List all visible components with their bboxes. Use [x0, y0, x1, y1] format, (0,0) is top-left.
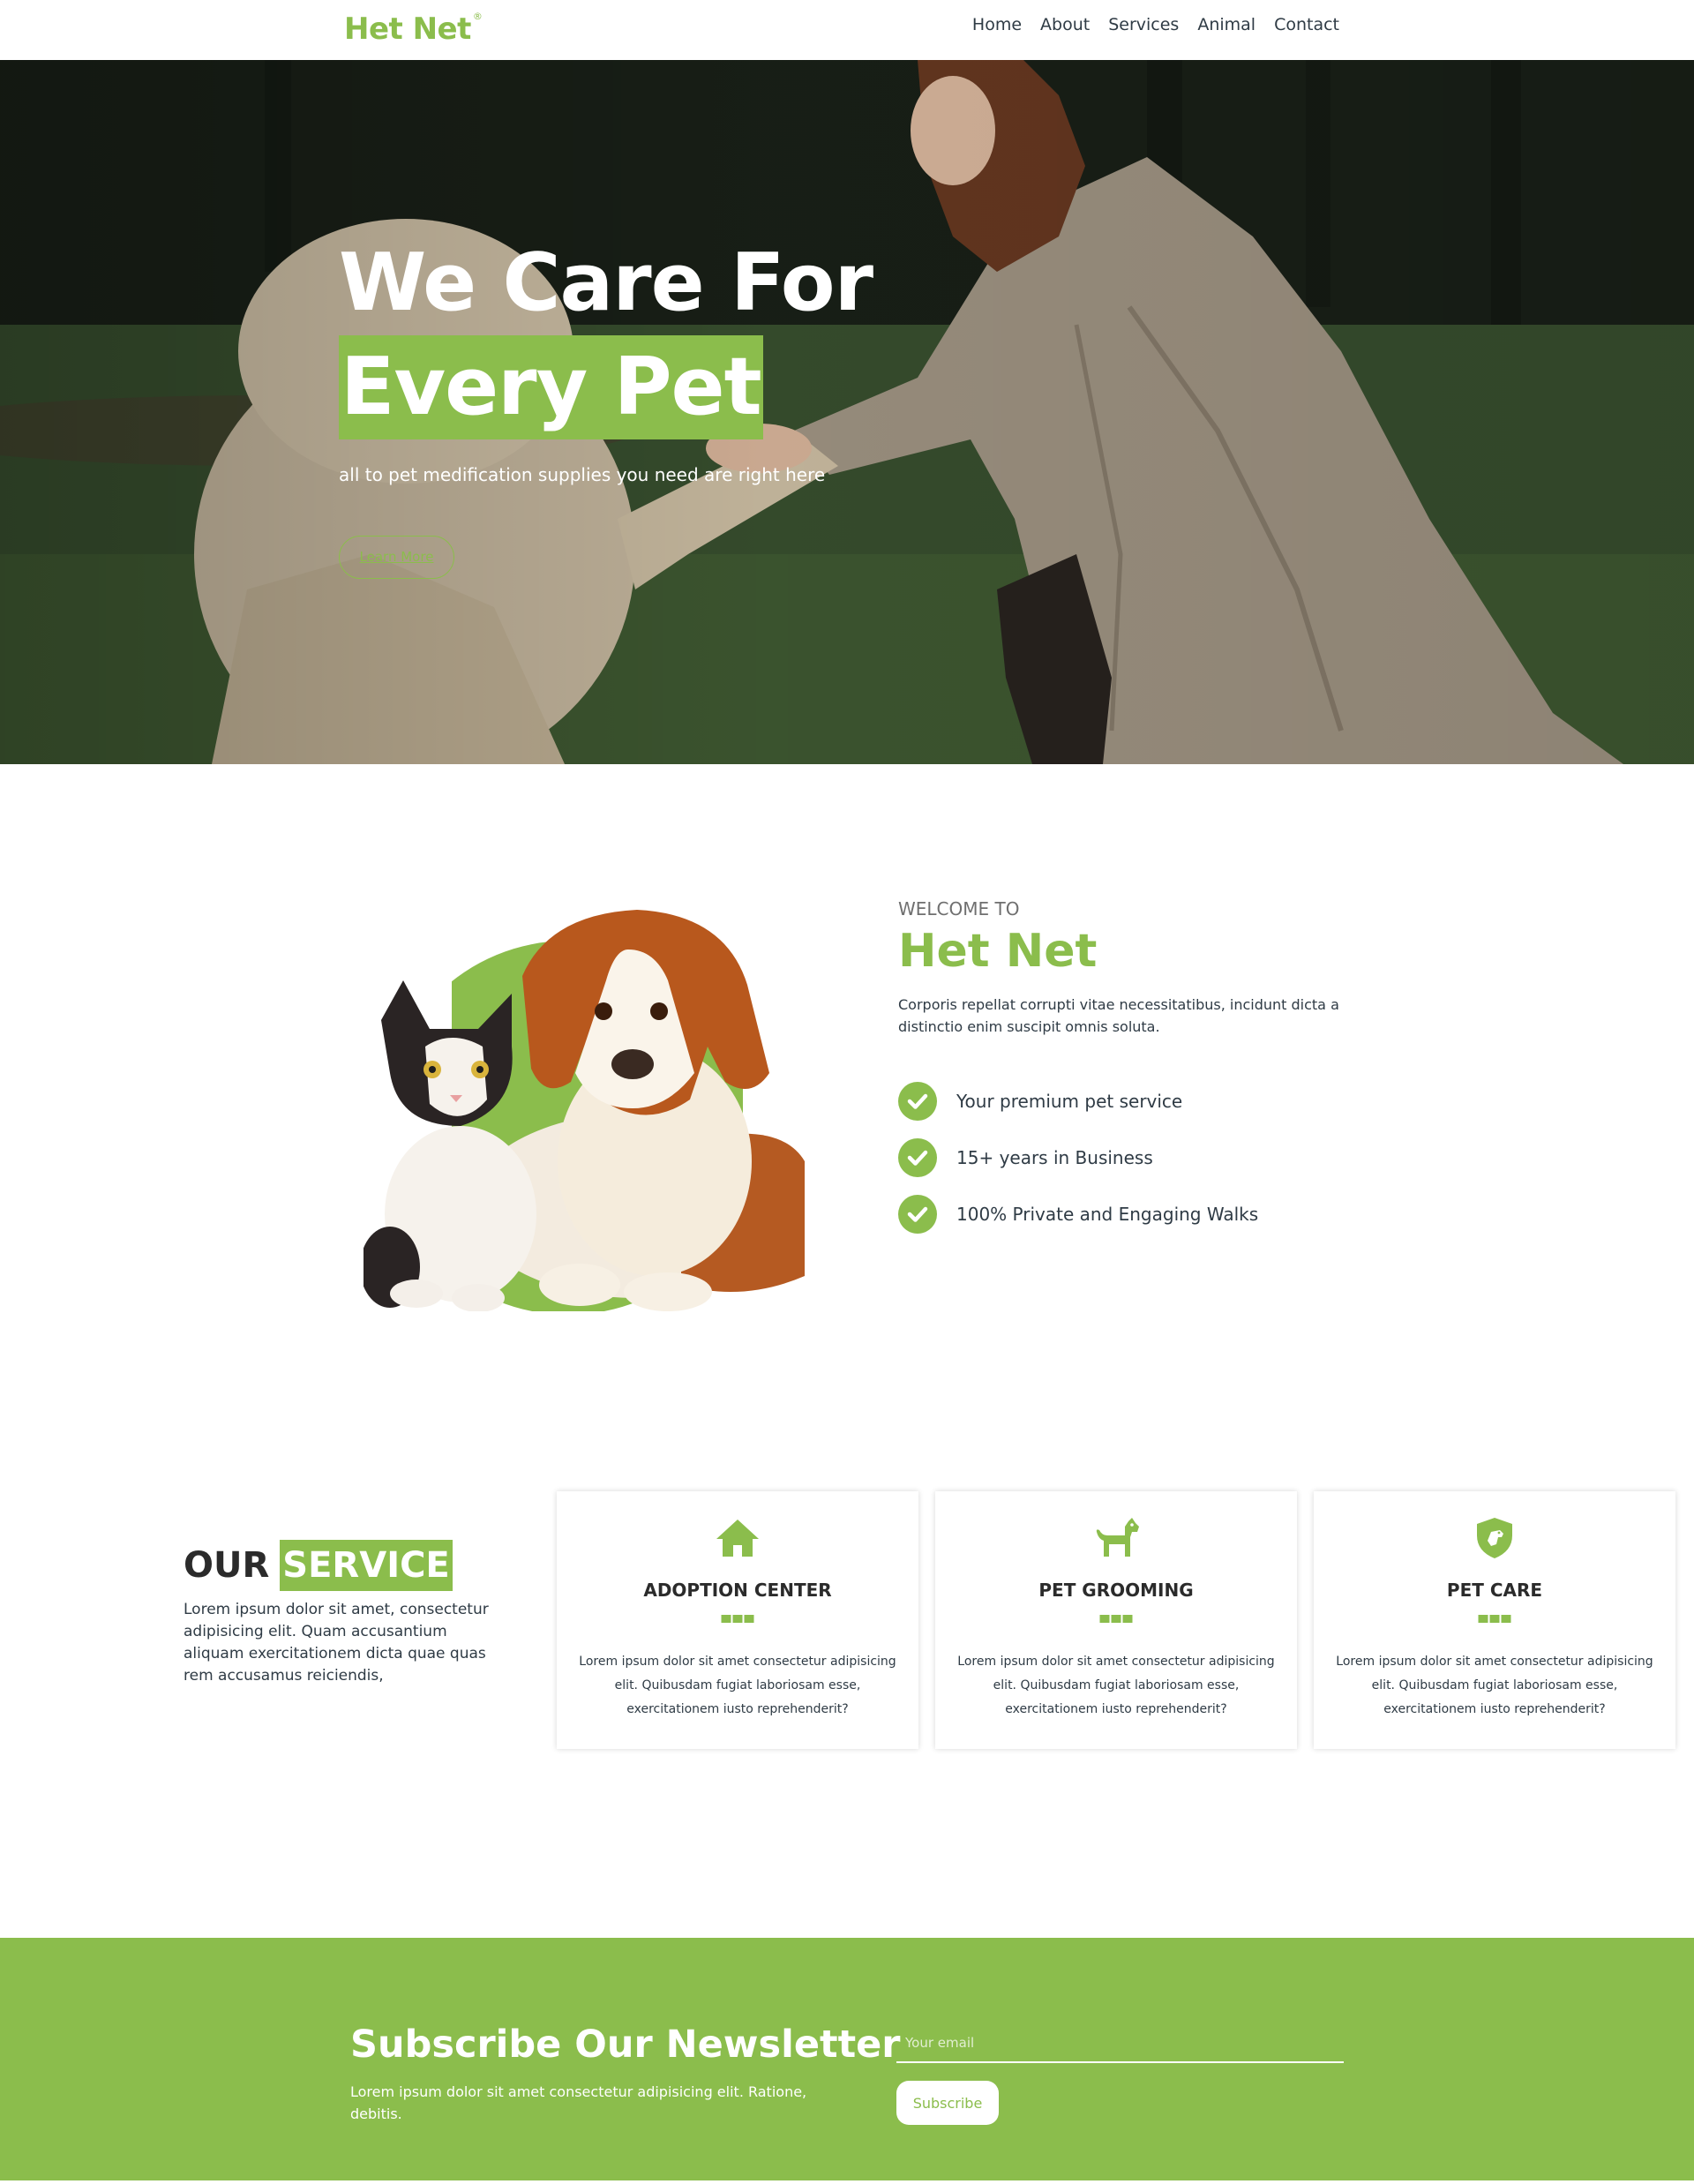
- subscribe-button[interactable]: Subscribe: [896, 2081, 999, 2125]
- feature-list: Your premium pet service 15+ years in Bu…: [898, 1082, 1258, 1251]
- hero-section: We Care For Every Pet all to pet medific…: [0, 60, 1694, 764]
- feature-text: Your premium pet service: [956, 1091, 1183, 1112]
- service-card-description: Lorem ipsum dolor sit amet consectetur a…: [957, 1655, 1275, 1716]
- services-title-word2: SERVICE: [280, 1540, 453, 1591]
- newsletter-section: Subscribe Our Newsletter Lorem ipsum dol…: [0, 1938, 1694, 2180]
- main-nav: Home About Services Animal Contact: [972, 15, 1339, 34]
- site-header: Het Net ® Home About Services Animal Cont…: [0, 0, 1694, 60]
- services-title: OUR SERVICE: [184, 1540, 453, 1591]
- service-card-title: PET GROOMING: [1038, 1580, 1194, 1601]
- service-card-grooming[interactable]: PET GROOMING Lorem ipsum dolor sit amet …: [935, 1491, 1297, 1749]
- title-divider: [1099, 1615, 1133, 1623]
- service-card-care[interactable]: PET CARE Lorem ipsum dolor sit amet cons…: [1314, 1491, 1675, 1749]
- feature-item: Your premium pet service: [898, 1082, 1258, 1121]
- shield-dog-icon: [1477, 1518, 1512, 1558]
- service-card-description: Lorem ipsum dolor sit amet consectetur a…: [1336, 1655, 1653, 1716]
- nav-animal[interactable]: Animal: [1197, 15, 1256, 34]
- newsletter-title: Subscribe Our Newsletter: [350, 2023, 901, 2067]
- nav-contact[interactable]: Contact: [1274, 15, 1339, 34]
- feature-item: 100% Private and Engaging Walks: [898, 1195, 1258, 1234]
- welcome-description: Corporis repellat corrupti vitae necessi…: [898, 996, 1339, 1035]
- service-card-title: ADOPTION CENTER: [643, 1580, 832, 1601]
- nav-home[interactable]: Home: [972, 15, 1022, 34]
- email-input[interactable]: [896, 2024, 1344, 2063]
- hero-title-line1: We Care For: [339, 236, 873, 329]
- feature-item: 15+ years in Business: [898, 1138, 1258, 1177]
- welcome-title: Het Net: [898, 925, 1098, 978]
- service-card-description: Lorem ipsum dolor sit amet consectetur a…: [579, 1655, 896, 1716]
- dog-icon: [1096, 1518, 1139, 1557]
- nav-about[interactable]: About: [1040, 15, 1090, 34]
- brand-logo[interactable]: Het Net ®: [344, 11, 483, 47]
- check-circle-icon: [898, 1195, 937, 1234]
- hero-subtitle: all to pet medification supplies you nee…: [339, 464, 826, 485]
- feature-text: 15+ years in Business: [956, 1147, 1153, 1168]
- nav-services[interactable]: Services: [1108, 15, 1179, 34]
- services-title-word1: OUR: [184, 1545, 270, 1586]
- hero-title-line2: Every Pet: [339, 335, 763, 439]
- house-icon: [716, 1520, 759, 1557]
- welcome-label: WELCOME TO: [898, 898, 1020, 919]
- service-card-title: PET CARE: [1446, 1580, 1543, 1601]
- title-divider: [721, 1615, 754, 1623]
- services-description: Lorem ipsum dolor sit amet, consectetur …: [184, 1601, 489, 1685]
- newsletter-description: Lorem ipsum dolor sit amet consectetur a…: [350, 2083, 807, 2122]
- check-circle-icon: [898, 1082, 937, 1121]
- brand-name: Het Net: [344, 11, 471, 47]
- hero-overlay: [0, 60, 1694, 764]
- learn-more-button[interactable]: Learn More: [339, 536, 454, 579]
- feature-text: 100% Private and Engaging Walks: [956, 1204, 1259, 1225]
- registered-mark: ®: [472, 11, 483, 22]
- service-card-adoption[interactable]: ADOPTION CENTER Lorem ipsum dolor sit am…: [557, 1491, 918, 1749]
- cat-and-dog-illustration: [364, 897, 815, 1311]
- check-circle-icon: [898, 1138, 937, 1177]
- title-divider: [1478, 1615, 1511, 1623]
